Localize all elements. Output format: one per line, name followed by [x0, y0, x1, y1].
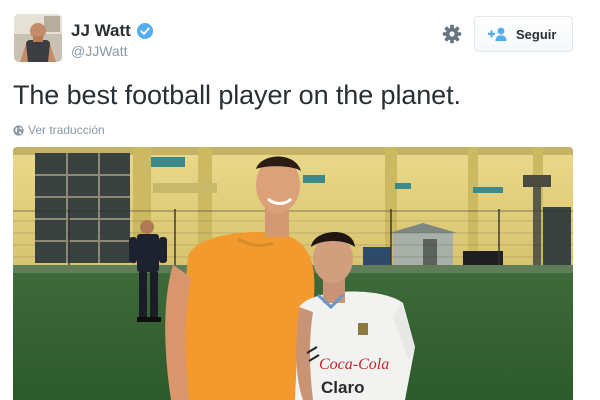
author-name[interactable]: JJ Watt: [71, 21, 131, 41]
follow-button[interactable]: Seguir: [474, 16, 573, 52]
photo-sponsor-claro: Claro: [321, 378, 364, 397]
follow-button-label: Seguir: [516, 26, 557, 42]
tweet-text: The best football player on the planet.: [13, 80, 461, 110]
photo-sponsor-coca-cola: Coca-Cola: [319, 356, 389, 373]
globe-icon: [13, 124, 24, 136]
tweet-photo[interactable]: Coca-Cola Claro: [13, 147, 573, 400]
avatar[interactable]: [14, 14, 62, 62]
translate-label: Ver traducción: [28, 123, 105, 137]
author-handle[interactable]: @JJWatt: [71, 43, 127, 59]
tweet-card: JJ Watt @JJWatt Seguir The best football…: [0, 0, 600, 400]
add-user-icon: [488, 27, 507, 41]
gear-icon[interactable]: [442, 24, 462, 44]
translate-link[interactable]: Ver traducción: [13, 123, 105, 137]
verified-badge-icon: [137, 23, 153, 39]
